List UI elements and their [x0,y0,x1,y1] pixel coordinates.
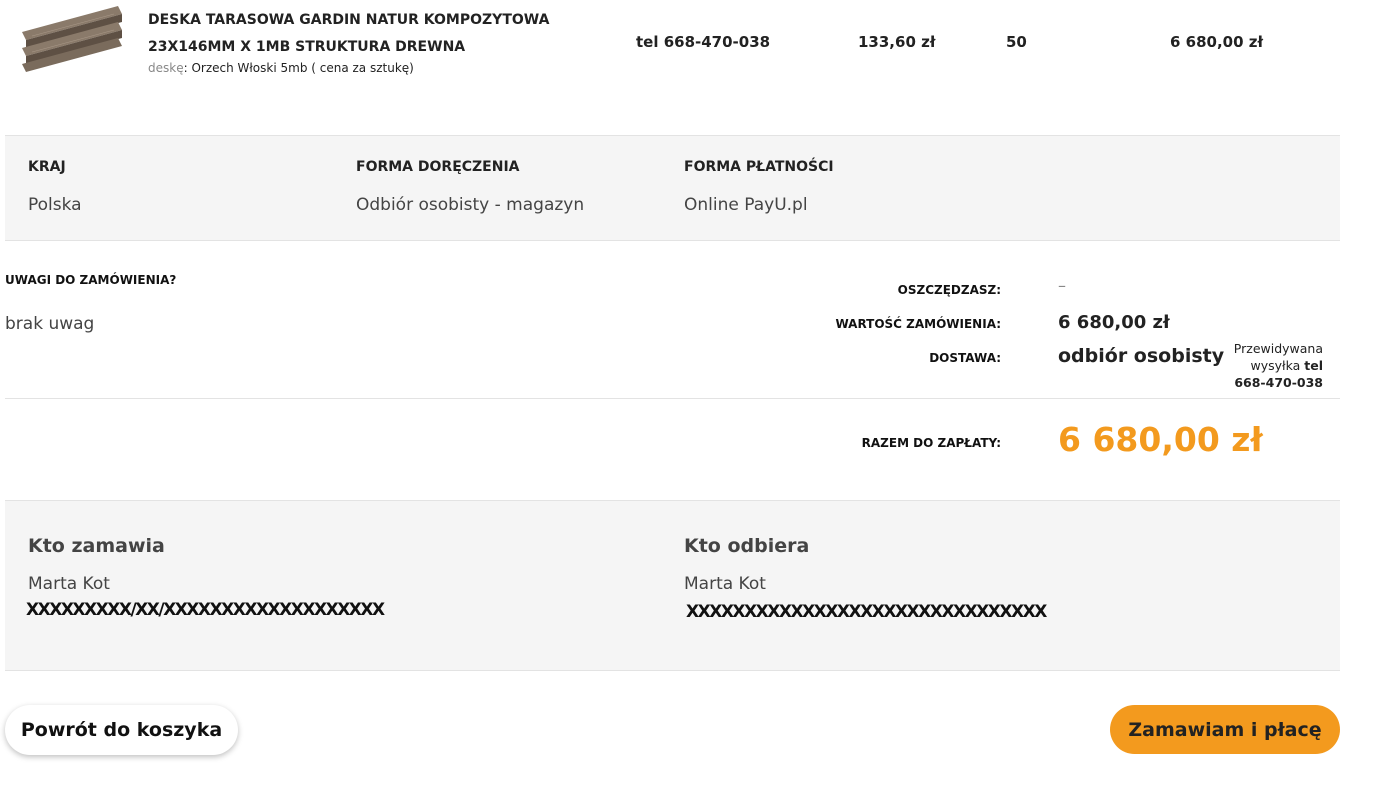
product-unit-price: 133,60 zł [858,33,936,51]
order-and-pay-button[interactable]: Zamawiam i płacę [1110,705,1340,754]
divider [5,398,1340,399]
savings-label: OSZCZĘDZASZ: [897,283,1001,297]
product-availability: tel 668-470-038 [636,33,771,51]
back-to-cart-button[interactable]: Powrót do koszyka [5,705,238,755]
receiver-heading: Kto odbiera [684,535,810,557]
payment-method-value: Online PayU.pl [684,195,808,215]
shipping-forecast: Przewidywana wysyłka tel 668-470-038 [1222,340,1323,391]
savings-value: – [1058,276,1066,295]
product-quantity: 50 [1006,33,1027,51]
country-value: Polska [28,195,82,215]
shipping-value: odbiór osobisty [1058,345,1225,367]
product-name[interactable]: DESKA TARASOWA GARDIN NATUR KOMPOZYTOWA … [148,7,588,61]
variant-label: deskę [148,61,184,75]
variant-value: : Orzech Włoski 5mb ( cena za sztukę) [183,61,414,75]
product-total: 6 680,00 zł [1170,33,1264,51]
product-thumbnail[interactable] [22,6,122,72]
delivery-method-label: FORMA DORĘCZENIA [356,159,520,175]
total-value: 6 680,00 zł [1058,420,1263,459]
buyer-name: Marta Kot [28,574,110,594]
order-value: 6 680,00 zł [1058,312,1170,333]
receiver-name: Marta Kot [684,574,766,594]
total-label: RAZEM DO ZAPŁATY: [861,436,1001,450]
order-notes-value: brak uwag [5,314,95,334]
order-info-box [5,135,1340,241]
payment-method-label: FORMA PŁATNOŚCI [684,159,834,175]
buyer-address-redacted: XXXXXXXXX/XX/XXXXXXXXXXXXXXXXXXX [26,600,385,620]
order-value-label: WARTOŚĆ ZAMÓWIENIA: [835,317,1001,331]
shipping-label: DOSTAWA: [929,351,1001,365]
delivery-method-value: Odbiór osobisty - magazyn [356,195,585,215]
product-variant: deskę: Orzech Włoski 5mb ( cena za sztuk… [148,61,414,75]
buyer-heading: Kto zamawia [28,535,165,557]
order-notes-label: UWAGI DO ZAMÓWIENIA? [5,273,177,287]
country-label: KRAJ [28,159,66,175]
receiver-address-redacted: XXXXXXXXXXXXXXXXXXXXXXXXXXXXXXX [686,602,1047,622]
address-box [5,500,1340,671]
